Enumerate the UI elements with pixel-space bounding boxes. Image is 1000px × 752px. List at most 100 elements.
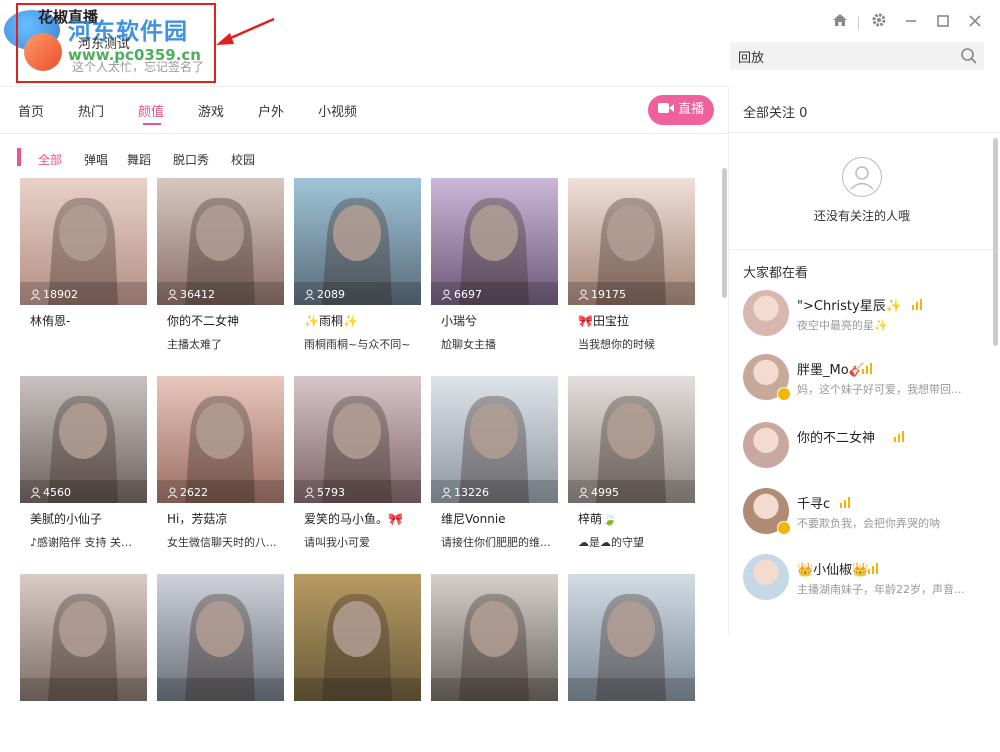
tab-games[interactable]: 游戏 bbox=[198, 101, 224, 120]
portrait-image bbox=[20, 197, 147, 305]
recommended-user[interactable]: 千寻c 不要欺负我，会把你弄哭的呐 bbox=[743, 488, 993, 544]
stream-thumbnail[interactable] bbox=[20, 574, 147, 701]
user-name[interactable]: ">Christy星辰✨ bbox=[797, 295, 902, 314]
stream-card[interactable] bbox=[568, 574, 695, 752]
stream-thumbnail[interactable]: 18902 bbox=[20, 178, 147, 305]
stream-thumbnail[interactable]: 6697 bbox=[431, 178, 558, 305]
tab-outdoor[interactable]: 户外 bbox=[258, 101, 284, 120]
category-talk-show[interactable]: 脱口秀 bbox=[173, 151, 209, 168]
stream-title[interactable]: 🎀田宝拉 bbox=[578, 312, 690, 329]
stream-thumbnail[interactable]: 19175 bbox=[568, 178, 695, 305]
stream-card[interactable]: 6697 小瑞兮 尬聊女主播 bbox=[431, 178, 558, 356]
stream-thumbnail[interactable] bbox=[568, 574, 695, 701]
verified-badge bbox=[777, 387, 791, 401]
user-name[interactable]: 胖墨_Mo🎸 bbox=[797, 359, 865, 378]
viewer-count-value: 4995 bbox=[591, 486, 619, 499]
stream-card[interactable]: 19175 🎀田宝拉 当我想你的时候 bbox=[568, 178, 695, 356]
tab-hot[interactable]: 热门 bbox=[78, 101, 104, 120]
stream-thumbnail[interactable]: 36412 bbox=[157, 178, 284, 305]
portrait-image bbox=[568, 197, 695, 305]
right-panel-scrollbar[interactable] bbox=[993, 138, 998, 346]
stream-card[interactable]: 4560 美腻的小仙子 ♪感谢陪伴 支持 关心... bbox=[20, 376, 147, 554]
stream-card[interactable] bbox=[431, 574, 558, 752]
main-scrollbar[interactable] bbox=[722, 168, 727, 298]
tab-short-video[interactable]: 小视频 bbox=[318, 101, 357, 120]
home-icon[interactable] bbox=[829, 12, 851, 34]
stream-card[interactable]: 13226 维尼Vonnie 请接住你们肥肥的维... bbox=[431, 376, 558, 554]
stream-thumbnail[interactable] bbox=[294, 574, 421, 701]
signal-level-icon bbox=[862, 363, 872, 374]
highlight-box bbox=[16, 3, 216, 83]
stream-desc: 主播太难了 bbox=[167, 338, 222, 351]
stream-thumbnail[interactable]: 4560 bbox=[20, 376, 147, 503]
viewer-count: 13226 bbox=[441, 486, 489, 499]
stream-title[interactable]: Hi，芳菇凉 bbox=[167, 510, 279, 527]
stream-card[interactable]: 36412 你的不二女神主播太难了 bbox=[157, 178, 284, 356]
stream-title[interactable]: 你的不二女神 bbox=[167, 312, 279, 329]
maximize-icon[interactable] bbox=[932, 12, 954, 34]
recommended-user[interactable]: 胖墨_Mo🎸 妈，这个妹子好可爱，我想带回... bbox=[743, 354, 993, 410]
stream-card[interactable]: 2622 Hi，芳菇凉 女生微信聊天时的八... bbox=[157, 376, 284, 554]
video-camera-icon bbox=[657, 103, 674, 113]
search-input[interactable] bbox=[738, 46, 948, 66]
viewer-count: 5793 bbox=[304, 486, 345, 499]
stream-thumbnail[interactable]: 13226 bbox=[431, 376, 558, 503]
stream-title[interactable]: 梓萌🍃 bbox=[578, 510, 690, 527]
stream-thumbnail[interactable]: 2622 bbox=[157, 376, 284, 503]
stream-thumbnail[interactable]: 5793 bbox=[294, 376, 421, 503]
category-campus[interactable]: 校园 bbox=[231, 151, 255, 168]
minimize-icon[interactable] bbox=[900, 12, 922, 34]
stream-card[interactable]: 4995 梓萌🍃 ☁是☁的守望 bbox=[568, 376, 695, 554]
tab-home[interactable]: 首页 bbox=[18, 101, 44, 120]
user-name[interactable]: 👑小仙椒👑 bbox=[797, 559, 868, 578]
stream-card[interactable] bbox=[294, 574, 421, 752]
stream-title[interactable]: 小瑞兮 bbox=[441, 312, 553, 329]
stream-card[interactable] bbox=[157, 574, 284, 752]
avatar[interactable] bbox=[743, 422, 789, 468]
tab-beauty[interactable]: 颜值 bbox=[138, 101, 164, 120]
user-name[interactable]: 你的不二女神 bbox=[797, 427, 875, 446]
gear-icon[interactable] bbox=[868, 12, 890, 34]
user-name[interactable]: 千寻c bbox=[797, 493, 830, 512]
stream-title[interactable]: 维尼Vonnie bbox=[441, 510, 553, 527]
signal-level-icon bbox=[894, 431, 904, 442]
verified-badge bbox=[777, 521, 791, 535]
stream-desc: 雨桐雨桐~与众不同~ bbox=[304, 338, 411, 351]
category-singing[interactable]: 弹唱 bbox=[84, 151, 108, 168]
category-dance[interactable]: 舞蹈 bbox=[127, 151, 151, 168]
stream-card[interactable]: 18902 林侑恩- bbox=[20, 178, 147, 356]
stream-card[interactable] bbox=[20, 574, 147, 752]
search-icon[interactable] bbox=[960, 47, 978, 65]
stream-thumbnail[interactable]: 2089 bbox=[294, 178, 421, 305]
user-icon bbox=[304, 289, 315, 301]
avatar[interactable] bbox=[743, 290, 789, 336]
portrait-image bbox=[20, 593, 147, 701]
stream-thumbnail[interactable] bbox=[431, 574, 558, 701]
search-box[interactable] bbox=[730, 42, 984, 70]
avatar[interactable] bbox=[743, 554, 789, 600]
viewer-count: 36412 bbox=[167, 288, 215, 301]
stream-card[interactable]: 2089 ✨雨桐✨ 雨桐雨桐~与众不同~ bbox=[294, 178, 421, 356]
stream-title[interactable]: 爱笑的马小鱼。🎀 bbox=[304, 510, 416, 527]
stream-title[interactable]: 美腻的小仙子 bbox=[30, 510, 142, 527]
go-live-button[interactable]: 直播 bbox=[648, 95, 714, 125]
viewer-count-value: 13226 bbox=[454, 486, 489, 499]
recommended-user[interactable]: 你的不二女神 bbox=[743, 422, 993, 478]
close-icon[interactable] bbox=[964, 12, 986, 34]
stream-title[interactable]: ✨雨桐✨ bbox=[304, 312, 416, 329]
stream-thumbnail[interactable]: 4995 bbox=[568, 376, 695, 503]
portrait-image bbox=[294, 395, 421, 503]
follow-count[interactable]: 全部关注 0 bbox=[743, 102, 807, 121]
viewer-count: 2089 bbox=[304, 288, 345, 301]
portrait-image bbox=[157, 395, 284, 503]
stream-thumbnail[interactable] bbox=[157, 574, 284, 701]
user-icon bbox=[441, 487, 452, 499]
right-panel: 全部关注 0 还没有关注的人哦 大家都在看 ">Christy星辰✨ 夜空中最亮的… bbox=[728, 86, 1000, 636]
empty-follow-text: 还没有关注的人哦 bbox=[813, 209, 910, 223]
stream-title[interactable]: 林侑恩- bbox=[30, 312, 142, 329]
recommended-user[interactable]: ">Christy星辰✨ 夜空中最亮的星✨ bbox=[743, 290, 993, 346]
stream-card[interactable]: 5793 爱笑的马小鱼。🎀 请叫我小可爱 bbox=[294, 376, 421, 554]
portrait-image bbox=[294, 593, 421, 701]
recommended-user[interactable]: 👑小仙椒👑 主播湖南妹子，年龄22岁，声音... bbox=[743, 554, 993, 610]
category-all[interactable]: 全部 bbox=[38, 151, 62, 168]
